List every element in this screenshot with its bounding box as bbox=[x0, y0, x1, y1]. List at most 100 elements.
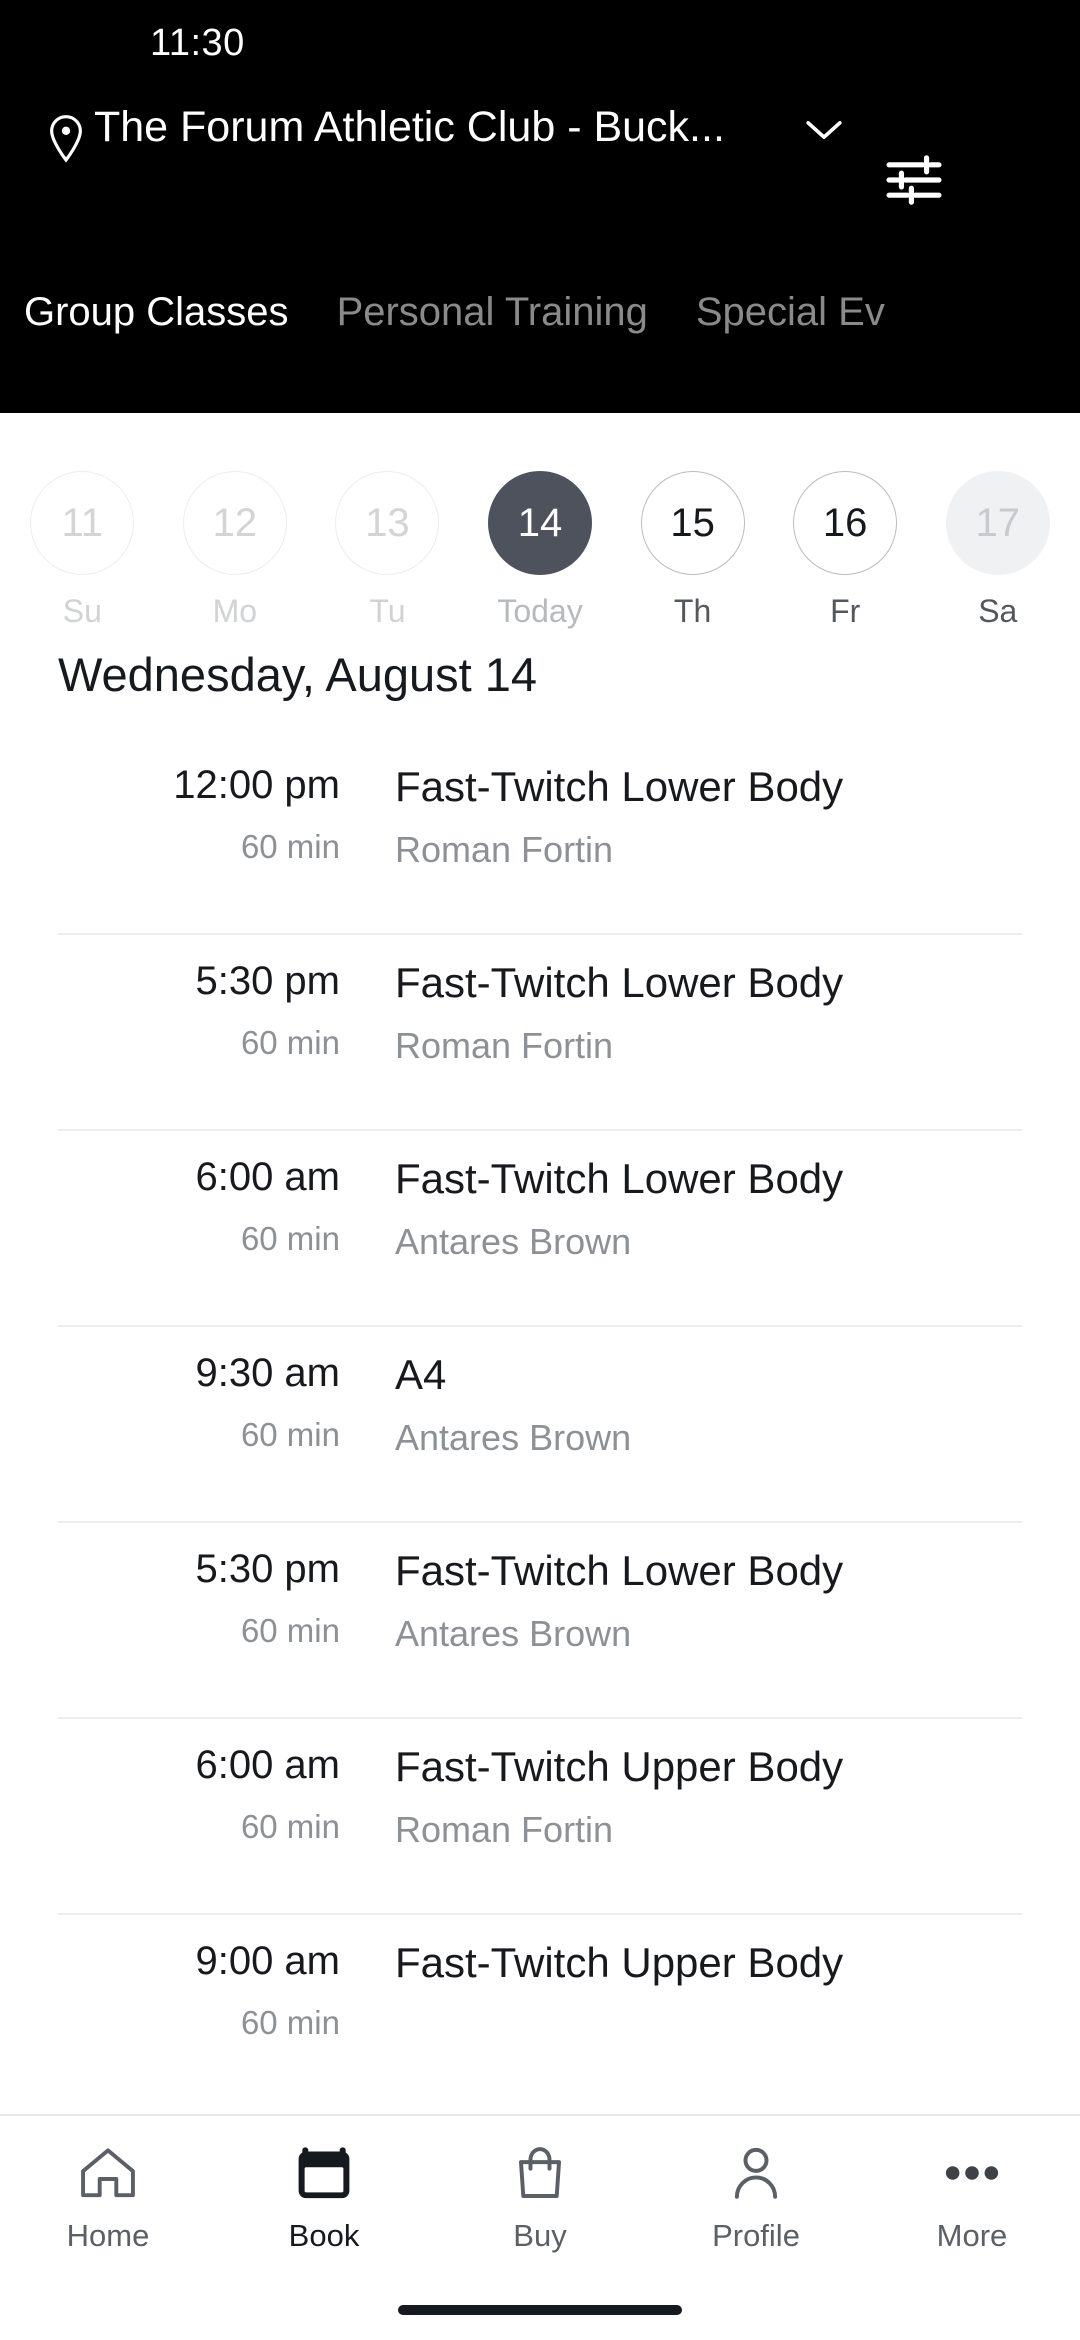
class-name: Fast-Twitch Lower Body bbox=[395, 1546, 844, 1594]
date-label-16: Fr bbox=[830, 593, 861, 629]
shopping-bag-icon bbox=[511, 2142, 569, 2204]
row-time-column: 6:00 am 60 min bbox=[58, 1155, 340, 1257]
row-time-column: 6:00 am 60 min bbox=[58, 1743, 340, 1845]
class-duration: 60 min bbox=[240, 827, 340, 865]
date-circle-13[interactable]: 13 bbox=[335, 471, 440, 575]
date-label-17: Sa bbox=[978, 593, 1018, 629]
category-tab-bar[interactable]: Group Classes Personal Training Special … bbox=[0, 246, 1080, 366]
date-circle-11[interactable]: 11 bbox=[30, 471, 135, 575]
row-time-column: 9:00 am 60 min bbox=[58, 1939, 340, 2041]
date-circle-17[interactable]: 17 bbox=[945, 471, 1050, 575]
class-name: Fast-Twitch Upper Body bbox=[395, 1938, 844, 1986]
date-circle-14-selected[interactable]: 14 bbox=[488, 471, 593, 575]
nav-item-more[interactable]: More bbox=[864, 2142, 1080, 2280]
date-cell-14[interactable]: 14 Today bbox=[464, 471, 617, 630]
nav-item-book[interactable]: Book bbox=[216, 2142, 432, 2280]
row-time-column: 5:30 pm 60 min bbox=[58, 1547, 340, 1649]
class-time: 9:00 am bbox=[195, 1938, 340, 1983]
tab-group-classes[interactable]: Group Classes bbox=[24, 292, 289, 366]
app-header: 11:30 The Forum Athletic Club - Buck... bbox=[0, 0, 1080, 413]
date-cell-16[interactable]: 16 Fr bbox=[769, 471, 922, 630]
date-label-today: Today bbox=[497, 593, 583, 629]
row-info-column: Fast-Twitch Lower Body Antares Brown bbox=[340, 1155, 1022, 1263]
date-cell-15[interactable]: 15 Th bbox=[616, 471, 769, 630]
class-duration: 60 min bbox=[240, 2003, 340, 2041]
home-indicator-area bbox=[0, 2280, 1080, 2340]
date-cell-13[interactable]: 13 Tu bbox=[311, 471, 464, 630]
venue-selector-row[interactable]: The Forum Athletic Club - Buck... bbox=[0, 86, 1080, 246]
person-icon bbox=[727, 2142, 785, 2204]
row-time-column: 5:30 pm 60 min bbox=[58, 959, 340, 1061]
row-time-column: 12:00 pm 60 min bbox=[58, 763, 340, 865]
table-row[interactable]: 5:30 pm 60 min Fast-Twitch Lower Body An… bbox=[58, 1523, 1022, 1719]
class-instructor: Antares Brown bbox=[395, 1612, 632, 1654]
nav-label-more: More bbox=[936, 2218, 1008, 2253]
nav-label-buy: Buy bbox=[513, 2218, 567, 2253]
class-name: A4 bbox=[395, 1350, 447, 1398]
date-circle-16[interactable]: 16 bbox=[793, 471, 898, 575]
class-instructor: Roman Fortin bbox=[395, 1024, 614, 1066]
tab-personal-training[interactable]: Personal Training bbox=[337, 292, 648, 366]
nav-label-home: Home bbox=[66, 2218, 150, 2253]
row-time-column: 9:30 am 60 min bbox=[58, 1351, 340, 1453]
table-row[interactable]: 5:30 pm 60 min Fast-Twitch Lower Body Ro… bbox=[58, 935, 1022, 1131]
class-time: 5:30 pm bbox=[195, 958, 340, 1003]
tab-special-events[interactable]: Special Ev bbox=[696, 292, 885, 366]
class-duration: 60 min bbox=[240, 1807, 340, 1845]
class-time: 9:30 am bbox=[195, 1350, 340, 1395]
status-bar-clock: 11:30 bbox=[150, 21, 245, 64]
class-schedule-list: 12:00 pm 60 min Fast-Twitch Lower Body R… bbox=[0, 739, 1080, 2111]
nav-label-profile: Profile bbox=[712, 2218, 800, 2253]
date-cell-17[interactable]: 17 Sa bbox=[921, 471, 1074, 630]
class-instructor: Antares Brown bbox=[395, 1220, 632, 1262]
row-info-column: Fast-Twitch Lower Body Antares Brown bbox=[340, 1547, 1022, 1655]
schedule-content: 11 Su 12 Mo 13 Tu 14 Today 15 Th 16 Fr 1… bbox=[0, 413, 1080, 2114]
class-time: 12:00 pm bbox=[173, 762, 340, 807]
row-info-column: Fast-Twitch Lower Body Roman Fortin bbox=[340, 959, 1022, 1067]
calendar-icon bbox=[294, 2142, 354, 2204]
class-name: Fast-Twitch Lower Body bbox=[395, 762, 844, 810]
class-name: Fast-Twitch Upper Body bbox=[395, 1742, 844, 1790]
class-duration: 60 min bbox=[240, 1415, 340, 1453]
nav-item-profile[interactable]: Profile bbox=[648, 2142, 864, 2280]
class-duration: 60 min bbox=[240, 1611, 340, 1649]
table-row[interactable]: 6:00 am 60 min Fast-Twitch Lower Body An… bbox=[58, 1131, 1022, 1327]
tune-sliders-icon[interactable] bbox=[854, 86, 974, 206]
class-name: Fast-Twitch Lower Body bbox=[395, 958, 844, 1006]
class-name: Fast-Twitch Lower Body bbox=[395, 1154, 844, 1202]
nav-item-buy[interactable]: Buy bbox=[432, 2142, 648, 2280]
class-time: 6:00 am bbox=[195, 1742, 340, 1787]
table-row[interactable]: 12:00 pm 60 min Fast-Twitch Lower Body R… bbox=[58, 739, 1022, 935]
ellipsis-icon bbox=[943, 2142, 1001, 2204]
date-label-11: Su bbox=[62, 593, 102, 629]
date-cell-12[interactable]: 12 Mo bbox=[159, 471, 312, 630]
venue-name: The Forum Athletic Club - Buck... bbox=[94, 103, 725, 151]
location-pin-icon bbox=[38, 86, 94, 164]
home-indicator[interactable] bbox=[398, 2305, 682, 2315]
date-circle-15[interactable]: 15 bbox=[640, 471, 745, 575]
table-row[interactable]: 9:00 am 60 min Fast-Twitch Upper Body bbox=[58, 1915, 1022, 2111]
date-circle-12[interactable]: 12 bbox=[182, 471, 287, 575]
row-info-column: A4 Antares Brown bbox=[340, 1351, 1022, 1459]
nav-label-book: Book bbox=[288, 2218, 360, 2253]
class-duration: 60 min bbox=[240, 1219, 340, 1257]
chevron-down-icon[interactable] bbox=[794, 86, 854, 142]
row-info-column: Fast-Twitch Lower Body Roman Fortin bbox=[340, 763, 1022, 871]
status-bar: 11:30 bbox=[0, 0, 1080, 86]
class-time: 6:00 am bbox=[195, 1154, 340, 1199]
date-label-15: Th bbox=[673, 593, 712, 629]
date-label-13: Tu bbox=[369, 593, 406, 629]
date-picker-strip[interactable]: 11 Su 12 Mo 13 Tu 14 Today 15 Th 16 Fr 1… bbox=[0, 413, 1080, 629]
class-duration: 60 min bbox=[240, 1023, 340, 1061]
table-row[interactable]: 6:00 am 60 min Fast-Twitch Upper Body Ro… bbox=[58, 1719, 1022, 1915]
table-row[interactable]: 9:30 am 60 min A4 Antares Brown bbox=[58, 1327, 1022, 1523]
bottom-navigation-bar: Home Book Buy Profile More bbox=[0, 2114, 1080, 2340]
row-info-column: Fast-Twitch Upper Body bbox=[340, 1939, 1022, 2005]
date-cell-11[interactable]: 11 Su bbox=[6, 471, 159, 630]
nav-item-home[interactable]: Home bbox=[0, 2142, 216, 2280]
class-instructor: Roman Fortin bbox=[395, 828, 614, 870]
row-info-column: Fast-Twitch Upper Body Roman Fortin bbox=[340, 1743, 1022, 1851]
home-icon bbox=[78, 2142, 138, 2204]
date-label-12: Mo bbox=[212, 593, 258, 629]
class-time: 5:30 pm bbox=[195, 1546, 340, 1591]
